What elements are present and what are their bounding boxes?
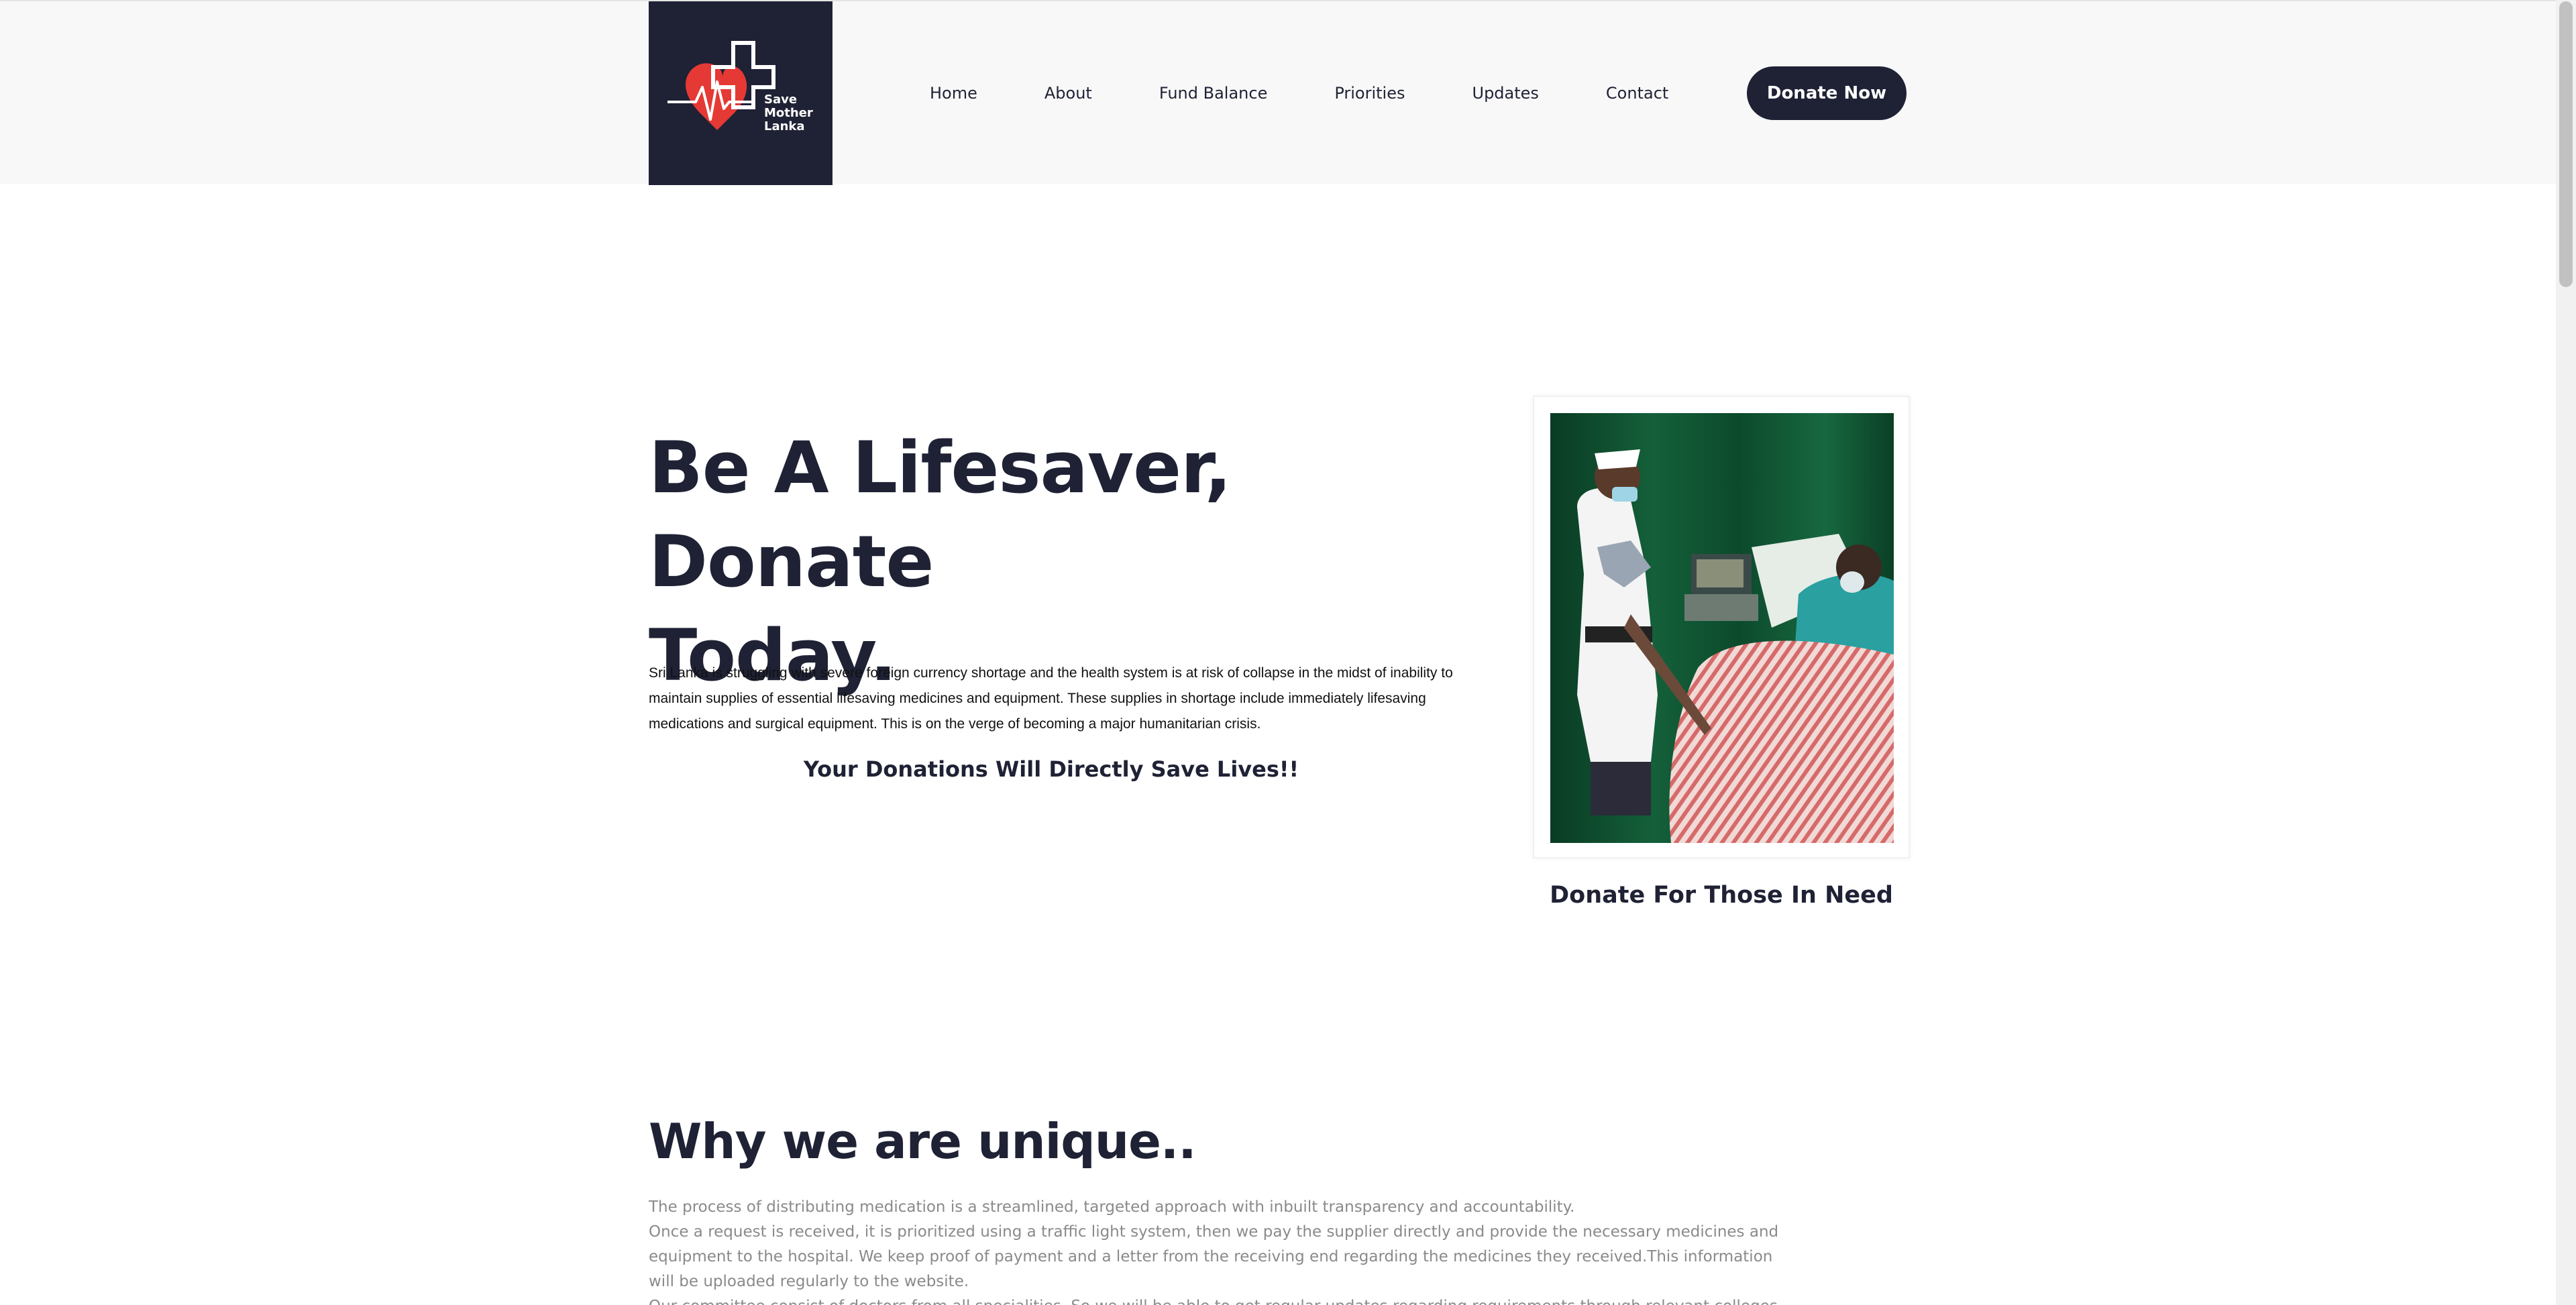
unique-paragraph-3: Our committee consist of doctors from al… <box>649 1294 1803 1305</box>
unique-paragraph-2: Once a request is received, it is priori… <box>649 1223 1779 1290</box>
hero-photo-nurse-patient <box>1550 413 1894 843</box>
nav-priorities[interactable]: Priorities <box>1334 84 1405 103</box>
site-logo[interactable]: Save Mother Lanka <box>649 1 833 185</box>
nav-updates[interactable]: Updates <box>1472 84 1539 103</box>
nav-home[interactable]: Home <box>930 84 977 103</box>
scrollbar-thumb[interactable] <box>2559 1 2573 287</box>
nav-contact[interactable]: Contact <box>1606 84 1668 103</box>
scrollbar-track[interactable] <box>2556 0 2576 1305</box>
nav-fund-balance[interactable]: Fund Balance <box>1159 84 1268 103</box>
unique-description: The process of distributing medication i… <box>649 1195 1803 1305</box>
unique-heading: Why we are unique.. <box>649 1113 1197 1170</box>
main-nav: Home About Fund Balance Priorities Updat… <box>930 80 1668 106</box>
site-header: Save Mother Lanka Home About Fund Balanc… <box>0 0 2556 185</box>
photo-caption: Donate For Those In Need <box>1550 882 1893 909</box>
unique-paragraph-1: The process of distributing medication i… <box>649 1198 1575 1216</box>
nav-about[interactable]: About <box>1044 84 1092 103</box>
logo-text-line1: Save <box>764 93 797 107</box>
hero-description: Sri Lanka is struggling with severe fore… <box>649 665 1453 732</box>
logo-text-line2: Mother <box>764 106 813 120</box>
heart-cross-heartbeat-icon: Save Mother Lanka <box>667 41 813 133</box>
donate-now-button[interactable]: Donate Now <box>1747 66 1907 120</box>
hero-tagline: Your Donations Will Directly Save Lives!… <box>803 756 1299 782</box>
hero-title-line1: Be A Lifesaver, Donate <box>649 427 1232 603</box>
logo-text-line3: Lanka <box>764 119 805 133</box>
hero-photo-frame <box>1533 396 1910 858</box>
